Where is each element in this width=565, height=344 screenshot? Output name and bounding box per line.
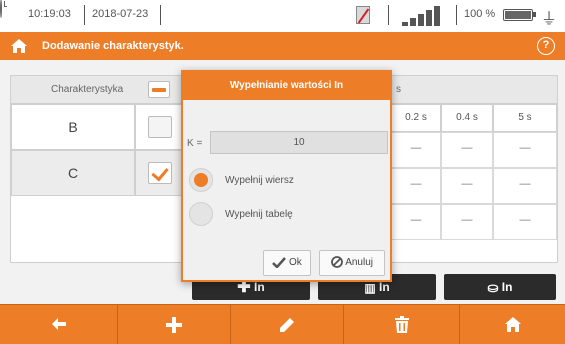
delete-button[interactable] xyxy=(344,305,460,344)
no-sim-icon xyxy=(356,6,370,24)
battery-icon xyxy=(503,9,536,21)
table-cell[interactable]: — xyxy=(493,168,557,204)
signal-icon xyxy=(402,6,448,26)
fill-row-label: Wypełnij wiersz xyxy=(225,175,294,186)
table-cell[interactable]: — xyxy=(391,168,441,204)
deselect-all-checkbox[interactable] xyxy=(148,81,170,98)
cancel-button[interactable]: Anuluj xyxy=(319,250,385,276)
column-header-fragment: s xyxy=(396,84,401,95)
table-cell[interactable]: — xyxy=(441,204,493,240)
status-separator xyxy=(160,5,161,25)
table-cell xyxy=(135,150,185,196)
home-button[interactable] xyxy=(460,305,565,344)
bottom-toolbar xyxy=(0,304,565,344)
row-checkbox-checked[interactable] xyxy=(148,162,172,184)
fill-table-label: Wypełnij tabelę xyxy=(225,209,293,220)
back-button[interactable] xyxy=(0,305,118,344)
fill-in-label: In xyxy=(501,280,513,294)
row-checkbox[interactable] xyxy=(148,116,172,138)
fill-values-dialog: Wypełnianie wartości In K = 10 Wypełnij … xyxy=(181,70,392,282)
status-separator xyxy=(388,5,389,25)
clock-icon xyxy=(0,0,2,18)
check-icon xyxy=(272,257,287,269)
ok-label: Ok xyxy=(289,257,302,268)
add-in-label: In xyxy=(254,280,265,294)
trash-icon: ▥ xyxy=(364,280,376,295)
characteristic-column-header: Charakterystyka xyxy=(51,84,124,95)
dialog-title: Wypełnianie wartości In xyxy=(183,72,390,100)
k-label: K = xyxy=(187,138,203,149)
pencil-icon xyxy=(280,318,294,332)
table-cell xyxy=(135,104,185,150)
cancel-label: Anuluj xyxy=(345,257,374,268)
status-separator xyxy=(84,5,85,25)
column-header: 5 s xyxy=(493,104,557,132)
table-cell[interactable]: — xyxy=(493,132,557,168)
fill-in-button[interactable]: ⛀ In xyxy=(444,274,556,300)
home-icon[interactable] xyxy=(10,38,28,54)
table-cell[interactable]: — xyxy=(441,132,493,168)
status-date: 2018-07-23 xyxy=(92,8,149,20)
delete-in-label: In xyxy=(379,280,390,294)
home-icon xyxy=(504,317,521,332)
k-value-input[interactable]: 10 xyxy=(210,131,388,154)
table-cell[interactable]: — xyxy=(391,132,441,168)
title-bar: Dodawanie charakterystyk. ? xyxy=(0,32,565,60)
fill-bucket-icon: ⛀ xyxy=(487,279,499,295)
table-row-name[interactable]: B xyxy=(11,104,135,150)
table-cell[interactable]: — xyxy=(441,168,493,204)
add-button[interactable] xyxy=(118,305,231,344)
table-cell[interactable]: — xyxy=(493,204,557,240)
table-row-name[interactable]: C xyxy=(11,150,135,196)
fill-table-radio[interactable] xyxy=(189,202,213,226)
table-cell[interactable]: — xyxy=(391,204,441,240)
cancel-icon xyxy=(331,256,343,269)
back-arrow-icon xyxy=(51,318,66,330)
help-button[interactable]: ? xyxy=(537,37,555,55)
column-header: 0.4 s xyxy=(441,104,493,132)
page-title: Dodawanie charakterystyk. xyxy=(42,40,184,52)
fill-row-radio[interactable] xyxy=(189,168,213,192)
trash-icon xyxy=(394,316,409,333)
battery-percent: 100 % xyxy=(464,8,496,20)
plus-icon xyxy=(166,317,182,333)
status-time: 10:19:03 xyxy=(28,8,71,20)
ok-button[interactable]: Ok xyxy=(263,250,311,276)
status-bar: 10:19:03 2018-07-23 100 % ⏚ xyxy=(0,0,565,30)
edit-button[interactable] xyxy=(231,305,344,344)
status-separator xyxy=(456,5,457,25)
column-header: 0.2 s xyxy=(391,104,441,132)
charger-plug-icon: ⏚ xyxy=(541,11,558,28)
